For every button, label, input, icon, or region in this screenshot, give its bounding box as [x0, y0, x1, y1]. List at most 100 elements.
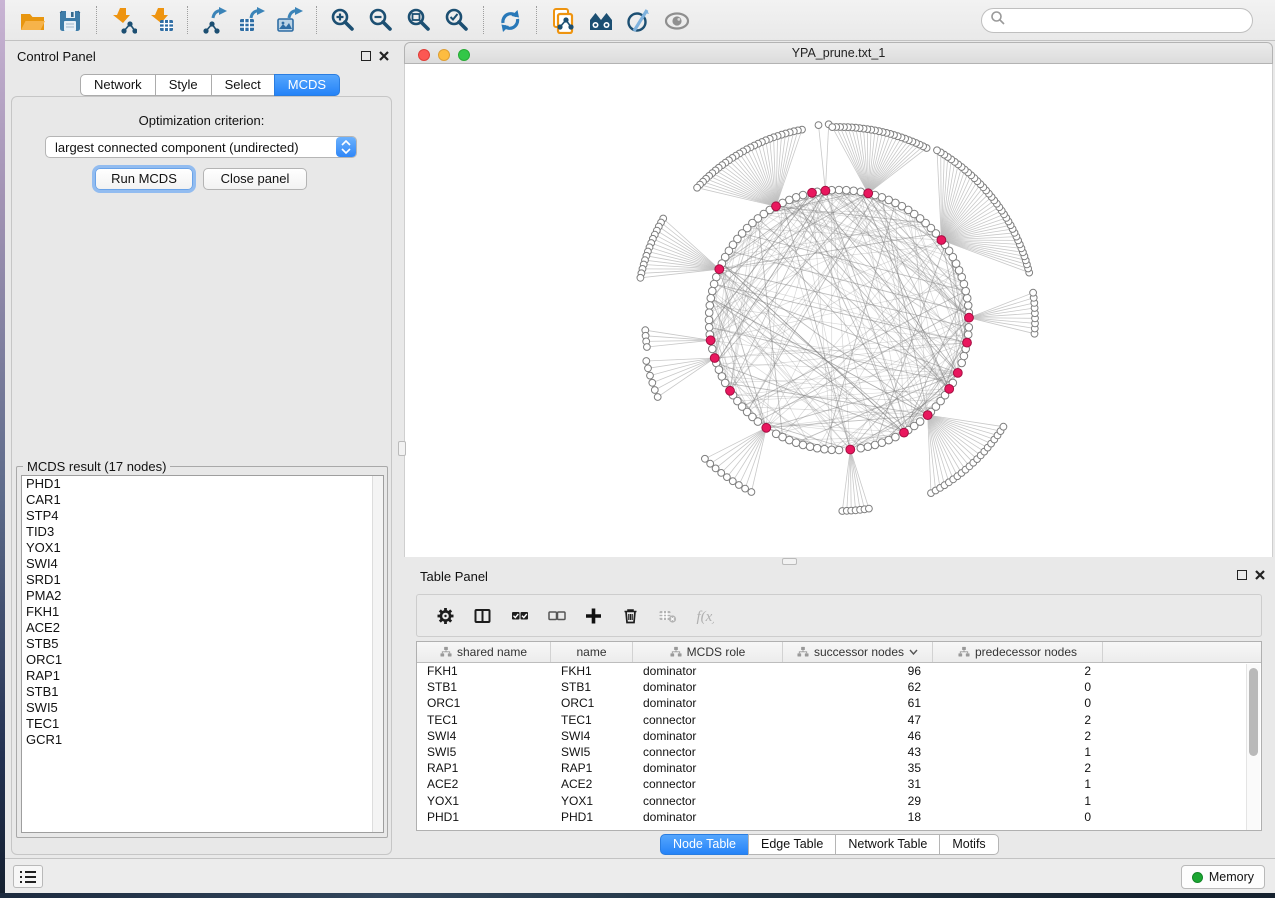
- toggle-column-button[interactable]: [464, 598, 501, 634]
- cell-predecessor-nodes: 1: [933, 744, 1103, 760]
- column-header-MCDS-role[interactable]: MCDS role: [633, 642, 783, 662]
- function-builder-icon: f(x): [695, 607, 714, 625]
- table-row[interactable]: ACE2ACE2connector311: [417, 776, 1261, 792]
- first-neighbors-button[interactable]: [582, 3, 620, 37]
- delete-column-button[interactable]: [612, 598, 649, 634]
- cell-name: YOX1: [551, 793, 633, 809]
- result-node-item[interactable]: PMA2: [22, 588, 383, 604]
- network-graph[interactable]: [405, 64, 1272, 555]
- cell-successor-nodes: 29: [783, 793, 933, 809]
- refresh-button[interactable]: [491, 3, 529, 37]
- tab-style[interactable]: Style: [155, 74, 212, 96]
- result-node-item[interactable]: FKH1: [22, 604, 383, 620]
- result-node-item[interactable]: SWI5: [22, 700, 383, 716]
- settings-gear-button[interactable]: [427, 598, 464, 634]
- column-header-shared-name[interactable]: shared name: [417, 642, 551, 662]
- zoom-out-button[interactable]: [362, 3, 400, 37]
- vertical-splitter-grip[interactable]: [398, 441, 406, 456]
- result-node-item[interactable]: CAR1: [22, 492, 383, 508]
- cell-successor-nodes: 31: [783, 776, 933, 792]
- open-file-button[interactable]: [13, 3, 51, 37]
- table-panel-tabs: Node TableEdge TableNetwork TableMotifs: [660, 834, 999, 855]
- result-node-item[interactable]: TEC1: [22, 716, 383, 732]
- desktop-wallpaper-left: [0, 0, 5, 898]
- run-mcds-button[interactable]: Run MCDS: [95, 168, 193, 190]
- mcds-result-list[interactable]: PHD1CAR1STP4TID3YOX1SWI4SRD1PMA2FKH1ACE2…: [21, 475, 384, 833]
- tab-edge-table[interactable]: Edge Table: [748, 834, 836, 855]
- table-row[interactable]: FKH1FKH1dominator962: [417, 663, 1261, 679]
- column-header-successor-nodes[interactable]: successor nodes: [783, 642, 933, 662]
- optimization-criterion-dropdown[interactable]: largest connected component (undirected): [45, 136, 357, 158]
- delete-column-icon: [621, 607, 640, 625]
- table-row[interactable]: PHD1PHD1dominator180: [417, 809, 1261, 825]
- result-node-item[interactable]: STB1: [22, 684, 383, 700]
- cell-name: FKH1: [551, 663, 633, 679]
- network-window-titlebar[interactable]: YPA_prune.txt_1: [404, 42, 1273, 64]
- result-node-item[interactable]: STB5: [22, 636, 383, 652]
- result-node-item[interactable]: ORC1: [22, 652, 383, 668]
- result-node-item[interactable]: RAP1: [22, 668, 383, 684]
- result-node-item[interactable]: SWI4: [22, 556, 383, 572]
- task-history-button[interactable]: [13, 865, 43, 888]
- table-scrollbar-thumb[interactable]: [1249, 668, 1258, 756]
- table-panel-title: Table Panel: [420, 569, 488, 584]
- vizmapper-button[interactable]: [620, 3, 658, 37]
- cell-predecessor-nodes: 2: [933, 663, 1103, 679]
- save-session-button[interactable]: [51, 3, 89, 37]
- table-row[interactable]: SWI5SWI5connector431: [417, 744, 1261, 760]
- cell-predecessor-nodes: 1: [933, 776, 1103, 792]
- add-column-button[interactable]: [575, 598, 612, 634]
- control-panel-float-icon[interactable]: [361, 51, 371, 61]
- table-panel-float-icon[interactable]: [1237, 570, 1247, 580]
- cell-MCDS-role: connector: [633, 744, 783, 760]
- table-row[interactable]: SWI4SWI4dominator462: [417, 728, 1261, 744]
- search-field[interactable]: [981, 8, 1253, 33]
- import-network-icon: [109, 7, 137, 34]
- select-all-checkboxes-button[interactable]: [501, 598, 538, 634]
- cell-predecessor-nodes: 0: [933, 679, 1103, 695]
- zoom-in-button[interactable]: [324, 3, 362, 37]
- network-view-canvas[interactable]: [404, 64, 1273, 557]
- result-node-item[interactable]: ACE2: [22, 620, 383, 636]
- table-row[interactable]: RAP1RAP1dominator352: [417, 760, 1261, 776]
- tab-select[interactable]: Select: [211, 74, 275, 96]
- result-node-item[interactable]: GCR1: [22, 732, 383, 748]
- memory-button[interactable]: Memory: [1181, 865, 1265, 889]
- status-bar: Memory: [5, 858, 1275, 893]
- column-header-name[interactable]: name: [551, 642, 633, 662]
- tab-network-table[interactable]: Network Table: [835, 834, 940, 855]
- export-network-button[interactable]: [195, 3, 233, 37]
- result-node-item[interactable]: YOX1: [22, 540, 383, 556]
- result-node-item[interactable]: SRD1: [22, 572, 383, 588]
- import-table-button[interactable]: [142, 3, 180, 37]
- result-node-item[interactable]: PHD1: [22, 476, 383, 492]
- show-graphics-details-button[interactable]: [658, 3, 696, 37]
- cell-shared-name: SWI4: [417, 728, 551, 744]
- settings-gear-icon: [436, 607, 455, 625]
- export-table-button[interactable]: [233, 3, 271, 37]
- close-panel-button[interactable]: Close panel: [203, 168, 307, 190]
- zoom-selected-button[interactable]: [438, 3, 476, 37]
- table-scrollbar[interactable]: [1246, 664, 1260, 830]
- zoom-fit-button[interactable]: [400, 3, 438, 37]
- clone-network-button[interactable]: [544, 3, 582, 37]
- result-node-item[interactable]: TID3: [22, 524, 383, 540]
- result-node-item[interactable]: STP4: [22, 508, 383, 524]
- table-panel-close-icon[interactable]: [1254, 569, 1266, 581]
- control-panel-close-icon[interactable]: [378, 50, 390, 62]
- tab-network[interactable]: Network: [80, 74, 156, 96]
- table-row[interactable]: ORC1ORC1dominator610: [417, 695, 1261, 711]
- export-image-button[interactable]: [271, 3, 309, 37]
- horizontal-splitter-grip[interactable]: [782, 558, 797, 565]
- tab-motifs[interactable]: Motifs: [939, 834, 998, 855]
- import-network-button[interactable]: [104, 3, 142, 37]
- desktop-wallpaper-bottom: [0, 893, 1275, 898]
- result-list-scrollbar[interactable]: [372, 476, 383, 832]
- tab-node-table[interactable]: Node Table: [660, 834, 749, 855]
- table-row[interactable]: YOX1YOX1connector291: [417, 793, 1261, 809]
- table-row[interactable]: TEC1TEC1connector472: [417, 712, 1261, 728]
- deselect-all-checkboxes-button[interactable]: [538, 598, 575, 634]
- tab-mcds[interactable]: MCDS: [274, 74, 340, 96]
- column-header-predecessor-nodes[interactable]: predecessor nodes: [933, 642, 1103, 662]
- table-row[interactable]: STB1STB1dominator620: [417, 679, 1261, 695]
